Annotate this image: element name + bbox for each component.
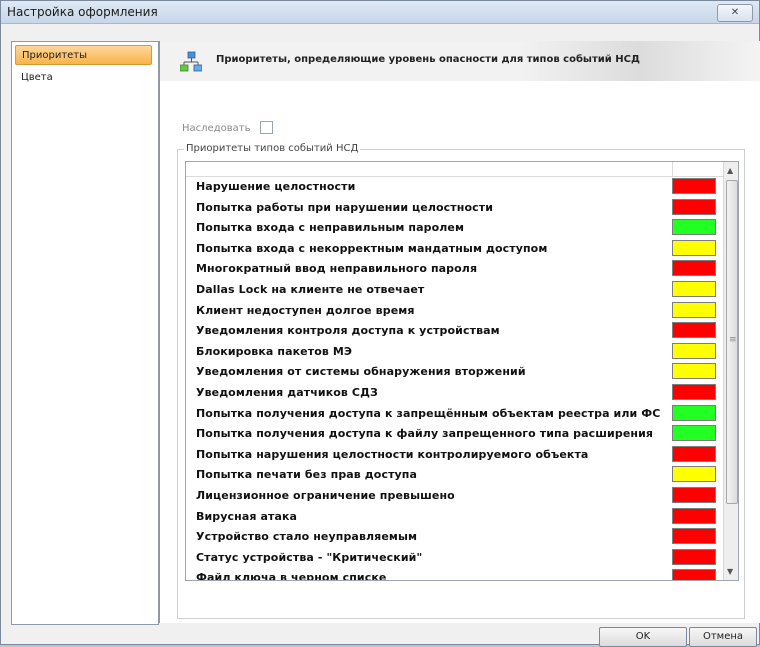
- inherit-label: Наследовать: [182, 123, 251, 134]
- header-band: Приоритеты, определяющие уровень опаснос…: [160, 41, 760, 81]
- priority-color-swatch[interactable]: [672, 466, 716, 483]
- table-row[interactable]: Попытка нарушения целостности контролиру…: [186, 445, 721, 466]
- event-label: Dallas Lock на клиенте не отвечает: [196, 282, 425, 296]
- network-icon: [180, 51, 202, 72]
- settings-dialog: Настройка оформления ✕ Приоритеты Цвета …: [0, 0, 760, 647]
- group-label: Приоритеты типов событий НСД: [184, 143, 361, 154]
- priority-color-swatch[interactable]: [672, 548, 716, 565]
- event-label: Клиент недоступен долгое время: [196, 303, 415, 317]
- events-list: Нарушение целостности Попытка работы при …: [185, 161, 739, 581]
- event-label: Попытка входа с некорректным мандатным д…: [196, 241, 548, 255]
- ok-button[interactable]: OK: [599, 627, 687, 647]
- priority-color-swatch[interactable]: [672, 445, 716, 462]
- table-row[interactable]: Блокировка пакетов МЭ: [186, 342, 721, 363]
- window-title: Настройка оформления: [7, 5, 158, 19]
- cancel-button[interactable]: Отмена: [689, 627, 757, 647]
- priority-color-swatch[interactable]: [672, 507, 716, 524]
- table-row[interactable]: Клиент недоступен долгое время: [186, 301, 721, 322]
- priority-color-swatch[interactable]: [672, 486, 716, 503]
- priorities-group: Приоритеты типов событий НСД Нарушение ц…: [177, 143, 745, 619]
- event-label: Вирусная атака: [196, 509, 298, 523]
- table-row[interactable]: Уведомления от системы обнаружения вторж…: [186, 362, 721, 383]
- event-label: Попытка входа с неправильным паролем: [196, 221, 465, 235]
- table-row[interactable]: Вирусная атака: [186, 507, 721, 528]
- event-label: Попытка работы при нарушении целостности: [196, 200, 494, 214]
- priority-color-swatch[interactable]: [672, 280, 716, 297]
- close-button[interactable]: ✕: [717, 4, 753, 22]
- events-rows: Нарушение целостности Попытка работы при …: [186, 177, 721, 581]
- priority-color-swatch[interactable]: [672, 260, 716, 277]
- event-label: Попытка получения доступа к файлу запрещ…: [196, 427, 654, 441]
- event-label: Многократный ввод неправильного пароля: [196, 262, 478, 276]
- sidebar-item-priorities[interactable]: Приоритеты: [15, 45, 152, 65]
- scrollbar[interactable]: ▲ ≡ ▼: [723, 162, 738, 580]
- event-label: Уведомления от системы обнаружения вторж…: [196, 365, 526, 379]
- table-row[interactable]: Лицензионное ограничение превышено: [186, 486, 721, 507]
- table-row[interactable]: Dallas Lock на клиенте не отвечает: [186, 280, 721, 301]
- event-label: Уведомления контроля доступа к устройств…: [196, 324, 500, 338]
- list-header: [186, 162, 738, 177]
- event-label: Блокировка пакетов МЭ: [196, 344, 353, 358]
- sidebar: Приоритеты Цвета: [11, 41, 159, 625]
- priority-color-swatch[interactable]: [672, 198, 716, 215]
- table-row[interactable]: Уведомления датчиков СДЗ: [186, 383, 721, 404]
- priority-color-swatch[interactable]: [672, 569, 716, 580]
- table-row[interactable]: Устройство стало неуправляемым: [186, 527, 721, 548]
- priority-color-swatch[interactable]: [672, 219, 716, 236]
- table-row[interactable]: Уведомления контроля доступа к устройств…: [186, 321, 721, 342]
- event-label: Уведомления датчиков СДЗ: [196, 385, 378, 399]
- event-label: Файл ключа в черном списке: [196, 571, 387, 581]
- priority-color-swatch[interactable]: [672, 404, 716, 421]
- table-row[interactable]: Попытка работы при нарушении целостности: [186, 198, 721, 219]
- table-row[interactable]: Попытка получения доступа к запрещённым …: [186, 404, 721, 425]
- priority-color-swatch[interactable]: [672, 383, 716, 400]
- priority-color-swatch[interactable]: [672, 322, 716, 339]
- scroll-down-arrow-icon[interactable]: ▼: [727, 567, 733, 576]
- table-row[interactable]: Попытка получения доступа к файлу запрещ…: [186, 424, 721, 445]
- priority-color-swatch[interactable]: [672, 239, 716, 256]
- priority-color-swatch[interactable]: [672, 528, 716, 545]
- table-row[interactable]: Файл ключа в черном списке: [186, 568, 721, 581]
- scroll-thumb[interactable]: ≡: [726, 180, 738, 504]
- priority-color-swatch[interactable]: [672, 363, 716, 380]
- content-panel: Приоритеты, определяющие уровень опаснос…: [159, 41, 760, 623]
- event-label: Попытка получения доступа к запрещённым …: [196, 406, 661, 420]
- sidebar-item-colors[interactable]: Цвета: [15, 68, 152, 88]
- priority-color-swatch[interactable]: [672, 178, 716, 194]
- event-label: Статус устройства - "Критический": [196, 550, 423, 564]
- priority-color-swatch[interactable]: [672, 342, 716, 359]
- event-label: Устройство стало неуправляемым: [196, 530, 418, 544]
- priority-color-swatch[interactable]: [672, 301, 716, 318]
- scroll-up-arrow-icon[interactable]: ▲: [727, 166, 733, 175]
- event-label: Лицензионное ограничение превышено: [196, 488, 455, 502]
- event-label: Попытка нарушения целостности контролиру…: [196, 447, 589, 461]
- event-label: Нарушение целостности: [196, 180, 356, 193]
- title-bar: Настройка оформления ✕: [1, 1, 759, 24]
- page-title: Приоритеты, определяющие уровень опаснос…: [216, 54, 640, 65]
- table-row[interactable]: Попытка печати без прав доступа: [186, 465, 721, 486]
- event-label: Попытка печати без прав доступа: [196, 468, 418, 482]
- table-row[interactable]: Многократный ввод неправильного пароля: [186, 259, 721, 280]
- column-separator: [672, 162, 673, 176]
- table-row[interactable]: Попытка входа с неправильным паролем: [186, 218, 721, 239]
- table-row[interactable]: Статус устройства - "Критический": [186, 548, 721, 569]
- grip-icon: ≡: [729, 335, 737, 345]
- priority-color-swatch[interactable]: [672, 425, 716, 442]
- close-icon: ✕: [730, 7, 740, 18]
- inherit-checkbox[interactable]: [260, 121, 273, 134]
- table-row[interactable]: Нарушение целостности: [186, 177, 721, 198]
- table-row[interactable]: Попытка входа с некорректным мандатным д…: [186, 239, 721, 260]
